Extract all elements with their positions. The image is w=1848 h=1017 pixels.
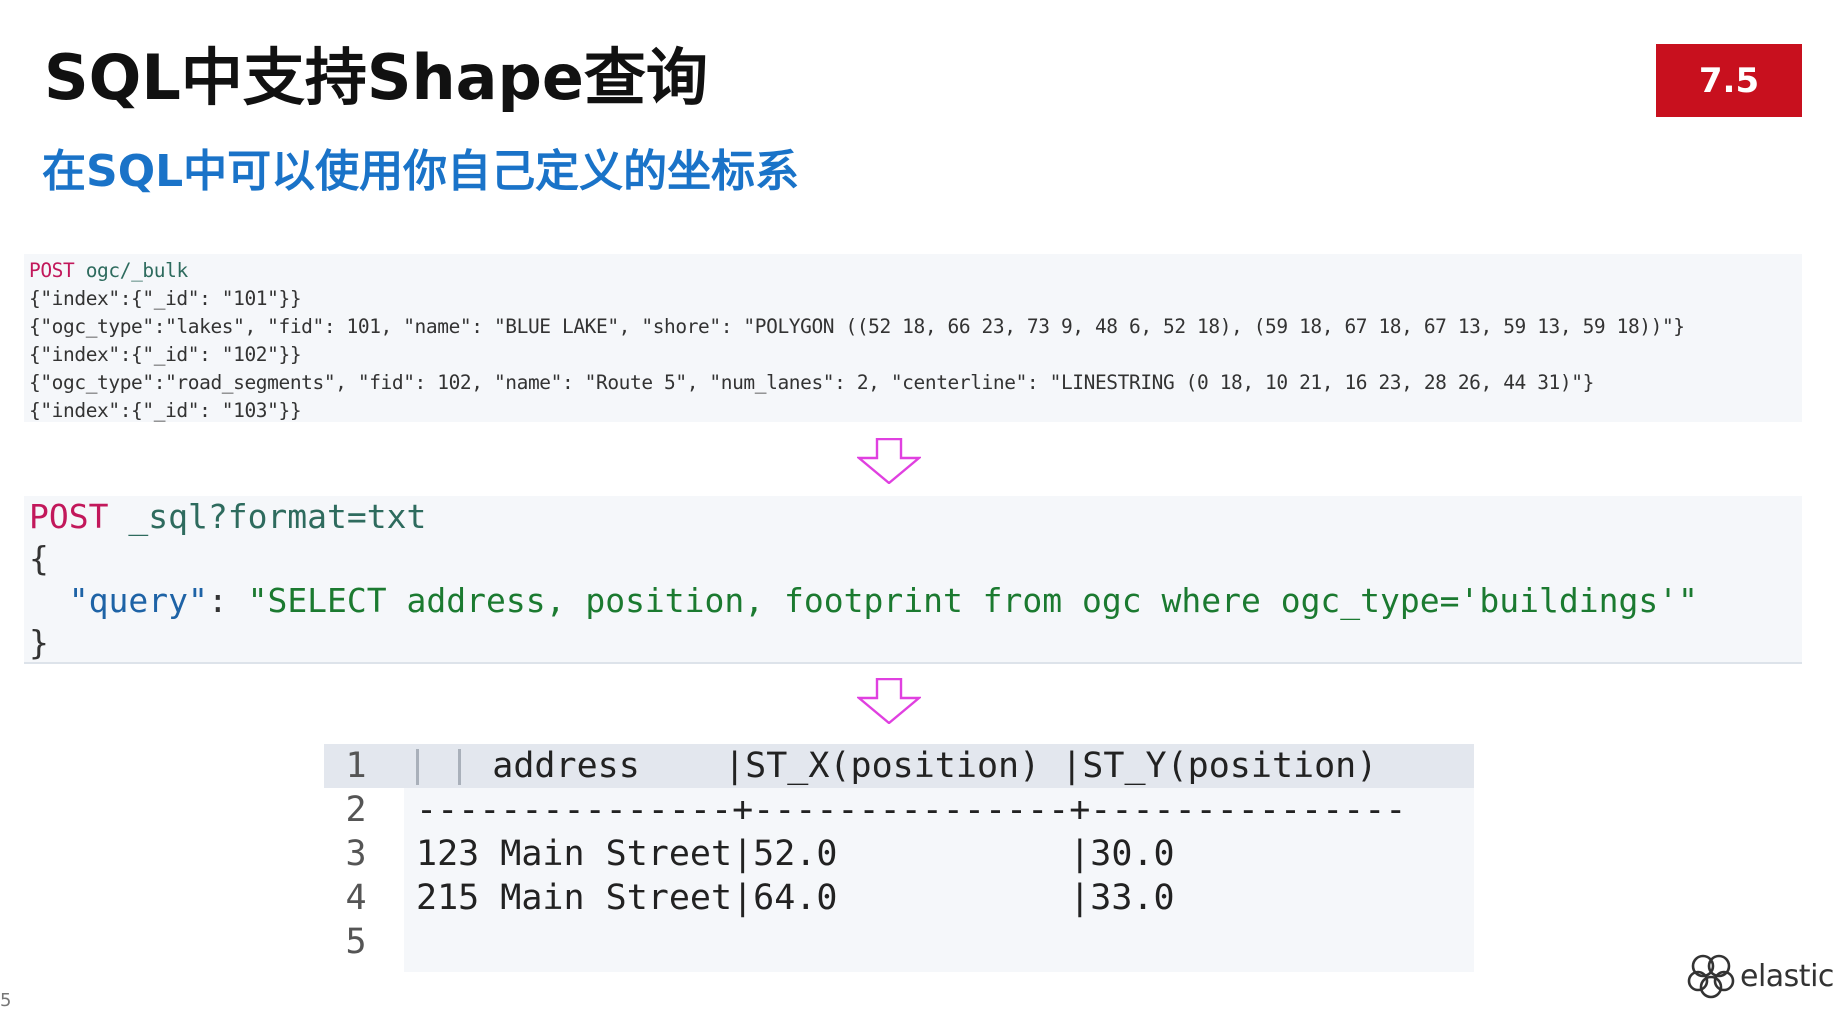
page-number: 5 — [0, 990, 12, 1011]
elastic-logo-icon — [1687, 954, 1735, 999]
bulk-request-code: POST ogc/_bulk {"index":{"_id": "101"}} … — [24, 254, 1802, 422]
line-number: 1 — [345, 746, 367, 786]
result-empty-row: 5 — [324, 920, 1474, 964]
result-divider: ---------------+---------------+--------… — [416, 790, 1407, 830]
bulk-body-line: {"index":{"_id": "103"}} — [29, 399, 302, 422]
query-key: "query" — [68, 581, 208, 620]
request-path: _sql?format=txt — [128, 497, 427, 536]
sql-result-output: 1 address |ST_X(position) |ST_Y(position… — [324, 744, 1474, 972]
line-number: 2 — [345, 790, 367, 830]
result-row-text: 123 Main Street|52.0 |30.0 — [416, 834, 1175, 874]
down-arrow-icon — [857, 678, 921, 724]
line-number: 3 — [345, 834, 367, 874]
result-row: 4 215 Main Street|64.0 |33.0 — [324, 876, 1474, 920]
open-brace: { — [29, 539, 49, 578]
bulk-body-line: {"ogc_type":"road_segments", "fid": 102,… — [29, 371, 1594, 394]
line-number: 5 — [345, 922, 367, 962]
elastic-logo: elastic — [1686, 950, 1834, 1002]
query-line: "query": "SELECT address, position, foot… — [29, 580, 1802, 622]
http-method: POST — [29, 259, 75, 282]
bulk-body-line: {"ogc_type":"lakes", "fid": 101, "name":… — [29, 315, 1685, 338]
version-badge: 7.5 — [1656, 44, 1802, 117]
request-path: ogc/_bulk — [85, 259, 188, 282]
result-row: 3 123 Main Street|52.0 |30.0 — [324, 832, 1474, 876]
bulk-body-line: {"index":{"_id": "101"}} — [29, 287, 302, 310]
line-number: 4 — [345, 878, 367, 918]
bulk-body-line: {"index":{"_id": "102"}} — [29, 343, 302, 366]
logo-text: elastic — [1740, 958, 1834, 994]
sql-request-line: POST _sql?format=txt — [29, 496, 1802, 538]
bulk-request-line: POST ogc/_bulk — [29, 257, 1802, 285]
slide-title: SQL中支持Shape查询 — [44, 41, 708, 114]
slide-subtitle: 在SQL中可以使用你自己定义的坐标系 — [42, 146, 800, 197]
close-brace: } — [29, 623, 49, 662]
result-header-row: 1 address |ST_X(position) |ST_Y(position… — [324, 744, 1474, 788]
query-value: "SELECT address, position, footprint fro… — [247, 581, 1698, 620]
sql-request-code: POST _sql?format=txt { "query": "SELECT … — [24, 496, 1802, 664]
http-method: POST — [29, 497, 109, 536]
result-divider-row: 2 ---------------+---------------+------… — [324, 788, 1474, 832]
result-row-text: 215 Main Street|64.0 |33.0 — [416, 878, 1175, 918]
down-arrow-icon — [857, 438, 921, 484]
colon: : — [207, 581, 248, 620]
result-header: address |ST_X(position) |ST_Y(position) — [408, 746, 1378, 786]
